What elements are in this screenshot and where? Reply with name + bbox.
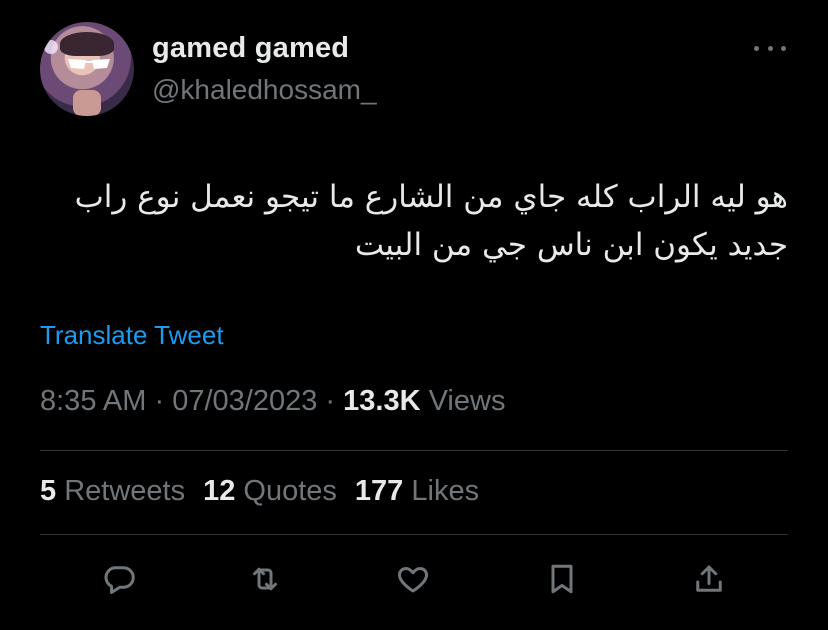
action-bar [0,556,828,602]
tweet-text: هو ليه الراب كله جاي من الشارع ما تيجو ن… [40,173,788,269]
divider [40,450,788,451]
retweets-label: Retweets [64,475,186,507]
more-horizontal-icon[interactable] [754,38,786,58]
avatar-hair [60,32,114,56]
retweets-count: 5 [40,475,57,507]
translate-tweet-link[interactable]: Translate Tweet [40,320,224,351]
avatar[interactable] [40,22,134,116]
tweet-text-line-2: جديد يكون ابن ناس جي من البيت [354,227,788,263]
share-icon [696,565,722,592]
tweet-date[interactable]: 07/03/2023 [172,385,317,417]
quotes-stat[interactable]: 12 Quotes [203,475,337,508]
views-count: 13.3K [343,385,421,417]
quotes-label: Quotes [243,475,337,507]
avatar-neck [73,90,101,116]
bookmark-icon [551,564,573,594]
meta-separator: · [325,385,336,417]
user-handle[interactable]: @khaledhossam_ [152,74,377,106]
display-name[interactable]: gamed gamed [152,32,349,65]
engagement-stats: 5 Retweets 12 Quotes 177 Likes [40,475,479,508]
retweets-stat[interactable]: 5 Retweets [40,475,185,508]
retweet-icon [253,567,277,591]
likes-stat[interactable]: 177 Likes [355,475,479,508]
tweet-text-line-1: هو ليه الراب كله جاي من الشارع ما تيجو ن… [74,179,788,215]
retweet-button[interactable] [246,560,284,598]
heart-icon [398,567,428,593]
avatar-light [44,40,58,54]
likes-label: Likes [411,475,480,507]
reply-icon [104,566,135,594]
like-button[interactable] [394,560,432,598]
views-label: Views [428,385,506,417]
tweet-time[interactable]: 8:35 AM [40,385,146,417]
glasses-icon [68,59,110,69]
reply-button[interactable] [100,560,138,598]
dot [767,45,773,51]
tweet-meta: 8:35 AM · 07/03/2023 · 13.3K Views [40,385,505,418]
bookmark-button[interactable] [543,560,581,598]
likes-count: 177 [354,475,404,507]
dot [754,45,759,51]
quotes-count: 12 [203,475,236,507]
meta-separator: · [154,385,165,417]
share-button[interactable] [690,560,728,598]
dot [781,45,786,51]
divider [40,534,788,535]
